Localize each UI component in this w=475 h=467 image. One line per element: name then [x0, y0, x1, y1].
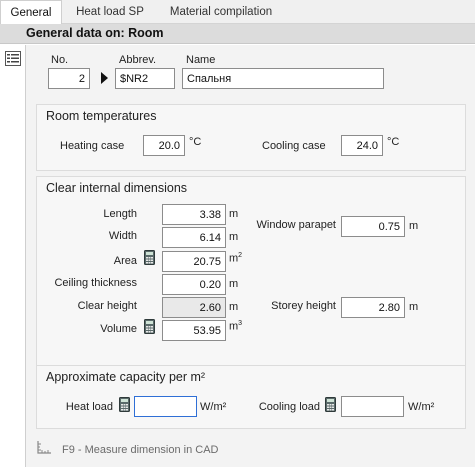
- calculator-icon[interactable]: [119, 397, 130, 412]
- area-label: Area: [113, 255, 137, 267]
- heating-case-field[interactable]: [143, 135, 185, 156]
- capacity-group: Approximate capacity per m² Heat load W/…: [36, 365, 466, 429]
- window-parapet-field[interactable]: [341, 216, 405, 237]
- length-field[interactable]: [162, 204, 226, 225]
- heat-load-field[interactable]: [134, 396, 197, 417]
- name-field[interactable]: [182, 68, 384, 89]
- window-parapet-unit: m: [409, 220, 419, 232]
- heat-load-unit: W/m²: [200, 401, 227, 413]
- tab-heat-load-sp[interactable]: Heat load SP: [66, 0, 154, 24]
- storey-height-unit: m: [409, 301, 419, 313]
- volume-field[interactable]: [162, 320, 226, 341]
- heating-case-unit: °C: [189, 136, 202, 148]
- calculator-icon[interactable]: [325, 397, 336, 412]
- measure-hint-text: F9 - Measure dimension in CAD: [62, 444, 219, 456]
- storey-height-label: Storey height: [271, 300, 336, 312]
- heat-load-label: Heat load: [65, 401, 113, 413]
- abbrev-label: Abbrev.: [119, 54, 157, 66]
- width-field[interactable]: [162, 227, 226, 248]
- no-label: No.: [51, 54, 69, 66]
- list-view-icon[interactable]: [5, 51, 21, 66]
- calculator-icon[interactable]: [144, 319, 155, 334]
- number-field[interactable]: [48, 68, 90, 89]
- clear-height-label: Clear height: [77, 300, 137, 312]
- calculator-icon[interactable]: [144, 250, 155, 265]
- form-content: No. Abbrev. Name Room temperatures Heati…: [26, 45, 475, 467]
- area-unit-base: m: [229, 252, 239, 265]
- tab-general[interactable]: General: [0, 0, 62, 25]
- cooling-load-field[interactable]: [341, 396, 404, 417]
- room-temperatures-group: Room temperatures Heating case °C Coolin…: [36, 104, 466, 171]
- area-unit-exponent: 2: [238, 252, 243, 259]
- volume-label: Volume: [100, 323, 137, 335]
- clear-height-field: [162, 297, 226, 318]
- cooling-load-unit: W/m²: [408, 401, 435, 413]
- record-pointer-icon: [101, 72, 108, 84]
- page-title: General data on: Room: [26, 26, 164, 40]
- dimensions-title: Clear internal dimensions: [46, 181, 188, 195]
- window-parapet-label: Window parapet: [256, 219, 337, 231]
- cooling-case-field[interactable]: [341, 135, 383, 156]
- length-unit: m: [229, 208, 239, 220]
- ceiling-thickness-label: Ceiling thickness: [54, 277, 137, 289]
- width-label: Width: [108, 230, 137, 242]
- length-label: Length: [103, 208, 137, 220]
- tab-material-compilation[interactable]: Material compilation: [158, 0, 284, 24]
- name-label: Name: [186, 54, 216, 66]
- capacity-title: Approximate capacity per m²: [46, 370, 206, 384]
- room-temperatures-title: Room temperatures: [46, 109, 157, 123]
- cooling-case-unit: °C: [387, 136, 400, 148]
- heating-case-label: Heating case: [60, 140, 125, 152]
- area-field[interactable]: [162, 251, 226, 272]
- cooling-load-label: Cooling load: [258, 401, 320, 413]
- width-unit: m: [229, 231, 239, 243]
- section-header: General data on: Room: [0, 24, 475, 44]
- volume-unit: m3: [229, 320, 242, 333]
- storey-height-field[interactable]: [341, 297, 405, 318]
- ceiling-thickness-unit: m: [229, 278, 239, 290]
- left-strip: [0, 45, 26, 467]
- tab-bar: General Heat load SP Material compilatio…: [0, 0, 475, 25]
- abbrev-field[interactable]: [115, 68, 175, 89]
- volume-unit-base: m: [229, 320, 239, 333]
- area-unit: m2: [229, 252, 242, 265]
- clear-height-unit: m: [229, 301, 239, 313]
- measure-cad-icon: [37, 441, 51, 454]
- ceiling-thickness-field[interactable]: [162, 274, 226, 295]
- cooling-case-label: Cooling case: [262, 140, 326, 152]
- volume-unit-exponent: 3: [238, 320, 243, 327]
